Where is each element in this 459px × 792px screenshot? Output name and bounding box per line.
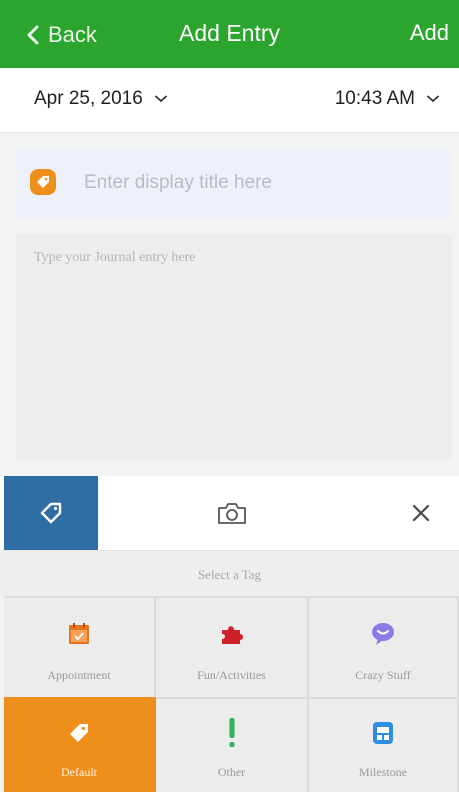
time-picker[interactable]: 10:43 AM bbox=[335, 88, 439, 110]
tag-label-milestone: Milestone bbox=[359, 765, 407, 779]
tag-label-crazy-stuff: Crazy Stuff bbox=[355, 668, 411, 682]
close-button[interactable] bbox=[406, 498, 436, 528]
tag-option-crazy-stuff[interactable]: Crazy Stuff bbox=[309, 596, 459, 697]
tag-option-default[interactable]: Default bbox=[4, 697, 156, 792]
tag-option-appointment[interactable]: Appointment bbox=[4, 596, 156, 697]
milestone-calendar-icon bbox=[373, 722, 393, 744]
add-button[interactable]: Add bbox=[410, 20, 449, 46]
chevron-down-icon bbox=[427, 95, 439, 102]
date-value: Apr 25, 2016 bbox=[34, 88, 143, 109]
camera-button[interactable] bbox=[214, 498, 250, 528]
tag-icon bbox=[40, 502, 62, 524]
tag-icon bbox=[70, 724, 88, 742]
chevron-down-icon bbox=[154, 95, 167, 102]
entry-toolbar bbox=[0, 476, 459, 550]
date-time-bar: Apr 25, 2016 10:43 AM bbox=[0, 68, 459, 133]
title-input[interactable] bbox=[82, 165, 436, 201]
camera-icon bbox=[218, 503, 246, 524]
tag-label-fun-activities: Fun/Activities bbox=[197, 668, 266, 682]
navigation-bar: Back Add Entry Add bbox=[0, 0, 459, 68]
title-row bbox=[16, 147, 452, 219]
close-icon bbox=[412, 504, 430, 522]
tag-option-fun-activities[interactable]: Fun/Activities bbox=[156, 596, 309, 697]
page-title: Add Entry bbox=[179, 20, 280, 46]
tag-label-default: Default bbox=[61, 765, 97, 779]
journal-entry-input[interactable] bbox=[16, 234, 452, 460]
back-label: Back bbox=[48, 22, 97, 47]
journal-entry-area bbox=[16, 234, 452, 460]
tag-icon bbox=[30, 169, 56, 195]
exclamation-icon bbox=[229, 718, 234, 747]
chevron-left-icon bbox=[27, 25, 39, 45]
tag-label-appointment: Appointment bbox=[47, 668, 111, 682]
tag-tool-button[interactable] bbox=[4, 476, 98, 550]
puzzle-icon bbox=[221, 626, 243, 644]
time-value: 10:43 AM bbox=[334, 88, 415, 109]
select-tag-caption: Select a Tag bbox=[0, 550, 459, 597]
tag-grid: Appointment Fun/Activities Crazy Stuff D… bbox=[4, 596, 459, 792]
calendar-icon bbox=[69, 623, 89, 644]
tag-label-other: Other bbox=[217, 765, 246, 779]
speech-bubble-icon bbox=[372, 623, 394, 645]
tag-option-milestone[interactable]: Milestone bbox=[309, 697, 459, 792]
tag-option-other[interactable]: Other bbox=[156, 697, 309, 792]
back-button[interactable]: Back bbox=[26, 20, 97, 50]
date-picker[interactable]: Apr 25, 2016 bbox=[34, 88, 167, 110]
